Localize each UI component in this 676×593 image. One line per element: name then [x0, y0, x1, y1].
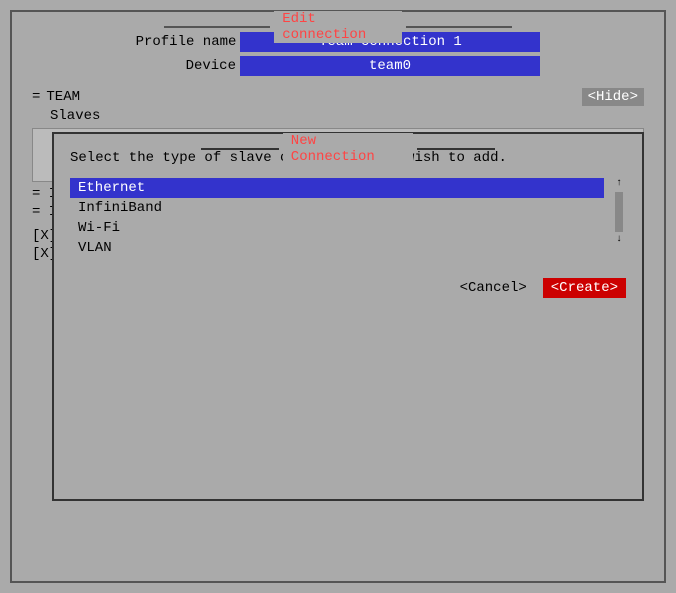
dialog-buttons: <Cancel> <Create> — [54, 266, 642, 306]
profile-device-row: Device team0 — [12, 56, 664, 76]
dialog-title-line-right — [417, 148, 495, 150]
list-scroll-up-icon[interactable]: ↑ — [616, 178, 622, 190]
dialog-list-area: Ethernet InfiniBand Wi-Fi VLAN ↑ ↓ — [70, 178, 626, 258]
window-title: Edit connection — [274, 11, 402, 43]
profile-device-input[interactable]: team0 — [240, 56, 540, 76]
list-item-wifi[interactable]: Wi-Fi — [70, 218, 604, 238]
main-window: Edit connection Profile name Team connec… — [10, 10, 666, 583]
title-bar: Edit connection — [164, 11, 512, 43]
list-item-vlan[interactable]: VLAN — [70, 238, 604, 258]
team-label-text: TEAM — [46, 89, 80, 105]
connection-type-list: Ethernet InfiniBand Wi-Fi VLAN — [70, 178, 604, 258]
list-item-infiniband[interactable]: InfiniBand — [70, 198, 604, 218]
list-scrollbar: ↑ ↓ — [612, 178, 626, 258]
list-scroll-down-icon[interactable]: ↓ — [616, 234, 622, 246]
title-bar-line-left — [164, 26, 270, 28]
profile-device-label: Device — [136, 58, 236, 74]
team-label: = TEAM — [32, 89, 80, 105]
team-dash: = — [32, 89, 40, 105]
dialog-cancel-button[interactable]: <Cancel> — [452, 278, 535, 298]
team-header: = TEAM <Hide> — [32, 88, 644, 106]
hide-button[interactable]: <Hide> — [582, 88, 644, 106]
dialog-title: New Connection — [283, 133, 413, 165]
title-bar-line-right — [406, 26, 512, 28]
dialog-title-bar: New Connection — [201, 133, 495, 165]
slaves-label: Slaves — [50, 108, 644, 124]
new-connection-dialog: New Connection Select the type of slave … — [52, 132, 644, 501]
list-scroll-track — [615, 192, 623, 232]
list-item-ethernet[interactable]: Ethernet — [70, 178, 604, 198]
dialog-create-button[interactable]: <Create> — [543, 278, 626, 298]
dialog-title-line-left — [201, 148, 279, 150]
